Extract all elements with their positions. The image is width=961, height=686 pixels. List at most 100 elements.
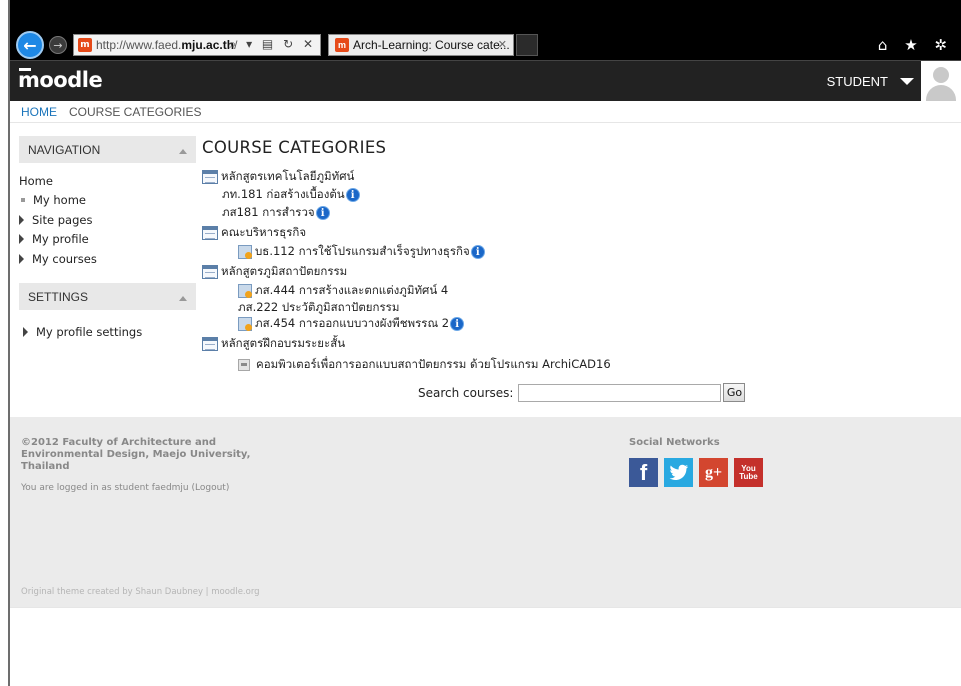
category-row[interactable]: หลักสูตรภูมิสถาปัตยกรรม	[202, 263, 347, 281]
nav-site-pages-label: Site pages	[32, 212, 93, 227]
info-icon[interactable]: i	[315, 206, 330, 220]
course-name[interactable]: ภส.444 การสร้างและตกแต่งภูมิทัศน์ 4	[255, 282, 448, 300]
address-bar[interactable]: m http://www.faed.mju.ac.th/ ⌕ ▾ ▤ ↻ ✕	[73, 34, 321, 56]
search-label: Search courses:	[418, 385, 514, 400]
settings-my-profile-label: My profile settings	[36, 324, 143, 339]
user-menu[interactable]: STUDENT	[827, 74, 914, 89]
nav-home-label: Home	[19, 173, 53, 188]
nav-my-home[interactable]: My home	[19, 191, 196, 211]
course-row[interactable]: ภส181 การสำรวจ i	[222, 204, 330, 222]
course-row[interactable]: ภส.444 การสร้างและตกแต่งภูมิทัศน์ 4	[238, 282, 448, 300]
course-search: Search courses: Go	[418, 383, 746, 402]
browser-tab[interactable]: m Arch-Learning: Course cate... ✕	[328, 34, 514, 56]
avatar-head	[933, 67, 949, 83]
twitter-bird-icon	[669, 464, 688, 480]
course-name[interactable]: ภส.454 การออกแบบวางผังพืชพรรณ 2	[255, 315, 449, 333]
breadcrumb-current: COURSE CATEGORIES	[69, 104, 202, 119]
collapse-icon[interactable]	[179, 148, 187, 154]
course-name[interactable]: คอมพิวเตอร์เพื่อการออกแบบสถาปัตยกรรม ด้ว…	[256, 356, 611, 374]
arrow-left-icon: ←	[23, 35, 37, 55]
course-icon	[238, 245, 252, 259]
nav-my-courses-label: My courses	[32, 251, 97, 266]
avatar-body	[926, 85, 956, 102]
copyright-text: ©2012 Faculty of Architecture and Enviro…	[21, 437, 251, 472]
youtube-bottom: Tube	[739, 471, 758, 481]
nav-my-courses[interactable]: My courses	[19, 249, 196, 269]
category-icon	[202, 337, 218, 351]
navigation-title: NAVIGATION	[28, 142, 101, 157]
navigation-block: NAVIGATION Home My home Site pages My pr…	[19, 136, 196, 269]
expand-arrow-icon[interactable]	[19, 234, 24, 245]
info-icon[interactable]: i	[450, 317, 465, 331]
address-tools[interactable]: ⌕ ▾ ▤ ↻ ✕	[230, 37, 316, 52]
nav-home[interactable]: Home	[19, 171, 196, 191]
theme-credit[interactable]: Original theme created by Shaun Daubney …	[21, 587, 260, 597]
category-icon	[202, 265, 218, 279]
arrow-right-icon: →	[53, 38, 63, 52]
category-name[interactable]: คณะบริหารธุรกิจ	[221, 224, 306, 242]
back-button[interactable]: ←	[16, 31, 44, 59]
screen: ← → m http://www.faed.mju.ac.th/ ⌕ ▾ ▤ ↻…	[0, 0, 961, 686]
course-name[interactable]: ภส181 การสำรวจ	[222, 204, 315, 222]
course-row[interactable]: บธ.112 การใช้โปรแกรมสำเร็จรูปทางธุรกิจ i	[238, 243, 485, 261]
moodle-logo[interactable]: moodle	[18, 68, 103, 92]
course-row[interactable]: คอมพิวเตอร์เพื่อการออกแบบสถาปัตยกรรม ด้ว…	[238, 356, 611, 374]
category-icon	[202, 170, 218, 184]
footer-info: ©2012 Faculty of Architecture and Enviro…	[21, 437, 281, 493]
info-icon[interactable]: i	[470, 245, 485, 259]
login-info[interactable]: You are logged in as student faedmju (Lo…	[21, 483, 281, 493]
category-name[interactable]: หลักสูตรฝึกอบรมระยะสั้น	[221, 335, 345, 353]
go-button[interactable]: Go	[723, 383, 746, 402]
social-title: Social Networks	[629, 437, 720, 448]
avatar[interactable]	[921, 61, 961, 102]
search-input[interactable]	[518, 383, 722, 402]
course-row[interactable]: ภท.181 ก่อสร้างเบื้องต้น i	[222, 186, 360, 204]
course-hidden-icon	[238, 359, 250, 371]
site-header: moodle STUDENT	[10, 60, 961, 102]
tab-title: Arch-Learning: Course cate...	[353, 38, 510, 52]
category-row[interactable]: หลักสูตรฝึกอบรมระยะสั้น	[202, 335, 345, 353]
page-footer: ©2012 Faculty of Architecture and Enviro…	[10, 417, 961, 607]
tab-close-icon[interactable]: ✕	[498, 38, 507, 51]
course-row[interactable]: ภส.454 การออกแบบวางผังพืชพรรณ 2 i	[238, 315, 465, 333]
category-row[interactable]: หลักสูตรเทคโนโลยีภูมิทัศน์	[202, 168, 354, 186]
forward-button[interactable]: →	[49, 36, 67, 54]
category-icon	[202, 226, 218, 240]
navigation-tree: Home My home Site pages My profile My co…	[19, 171, 196, 269]
nav-my-profile[interactable]: My profile	[19, 230, 196, 250]
nav-site-pages[interactable]: Site pages	[19, 210, 196, 230]
settings-my-profile[interactable]: My profile settings	[23, 322, 196, 342]
expand-arrow-icon[interactable]	[23, 326, 28, 337]
course-icon	[238, 317, 252, 331]
twitter-icon[interactable]	[664, 458, 693, 487]
moodle-favicon-icon: m	[78, 38, 92, 52]
social-icons: f g+ You Tube	[629, 458, 763, 487]
page-title: COURSE CATEGORIES	[202, 138, 387, 157]
nav-my-profile-label: My profile	[32, 232, 89, 247]
browser-toolbar-icons[interactable]: ⌂ ★ ✲	[878, 36, 953, 54]
page-content: NAVIGATION Home My home Site pages My pr…	[10, 124, 961, 417]
google-plus-icon[interactable]: g+	[699, 458, 728, 487]
desktop-edge	[0, 0, 8, 686]
course-name[interactable]: บธ.112 การใช้โปรแกรมสำเร็จรูปทางธุรกิจ	[255, 243, 470, 261]
browser-toolbar: ← → m http://www.faed.mju.ac.th/ ⌕ ▾ ▤ ↻…	[10, 0, 961, 60]
new-tab-button[interactable]	[516, 34, 538, 56]
course-name[interactable]: ภท.181 ก่อสร้างเบื้องต้น	[222, 186, 345, 204]
bullet-icon	[21, 198, 25, 203]
category-name[interactable]: หลักสูตรภูมิสถาปัตยกรรม	[221, 263, 347, 281]
facebook-icon[interactable]: f	[629, 458, 658, 487]
settings-tree: My profile settings	[19, 322, 196, 342]
expand-arrow-icon[interactable]	[19, 214, 24, 225]
breadcrumb-home[interactable]: HOME	[21, 105, 57, 119]
user-menu-label: STUDENT	[826, 74, 888, 89]
info-icon[interactable]: i	[345, 188, 360, 202]
expand-arrow-icon[interactable]	[19, 253, 24, 264]
category-row[interactable]: คณะบริหารธุรกิจ	[202, 224, 306, 242]
collapse-icon[interactable]	[179, 295, 187, 301]
settings-block-header[interactable]: SETTINGS	[19, 283, 196, 310]
navigation-block-header[interactable]: NAVIGATION	[19, 136, 196, 163]
youtube-icon[interactable]: You Tube	[734, 458, 763, 487]
breadcrumb: HOME COURSE CATEGORIES	[10, 101, 961, 123]
address-url: http://www.faed.mju.ac.th/	[96, 38, 238, 52]
category-name[interactable]: หลักสูตรเทคโนโลยีภูมิทัศน์	[221, 168, 354, 186]
